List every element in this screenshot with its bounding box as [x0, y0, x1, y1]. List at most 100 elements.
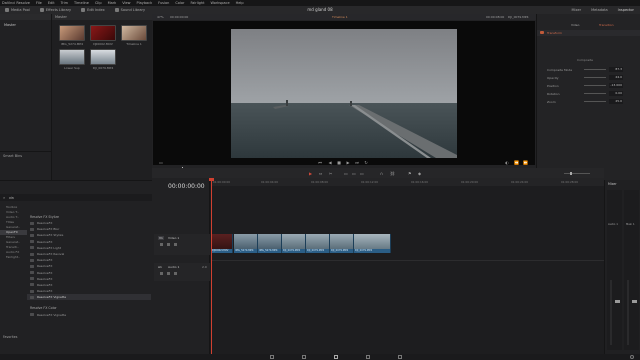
row-value[interactable]: -13.000 [609, 83, 623, 88]
replace-clip-icon[interactable]: ▭ [360, 171, 364, 176]
viewer-options-icon[interactable]: ▭ [159, 161, 163, 165]
row-slider[interactable] [584, 85, 606, 86]
clip-thumb-2[interactable] [90, 25, 116, 41]
row-slider[interactable] [584, 69, 606, 70]
jump-start-icon[interactable]: ⏮ [318, 161, 322, 165]
zoom-level[interactable]: 47% [157, 15, 164, 19]
menu-view[interactable]: View [122, 1, 130, 5]
menu-playback[interactable]: Playback [137, 1, 153, 5]
smart-bins-label[interactable]: Smart Bins [3, 154, 22, 158]
auto-select-icon[interactable] [167, 243, 170, 246]
solo-icon[interactable] [167, 272, 170, 275]
viewer-canvas[interactable] [153, 21, 535, 165]
row-value[interactable]: 0.00 [609, 91, 623, 96]
play-reverse-icon[interactable]: ◀ [328, 161, 332, 165]
link-icon[interactable]: ⛓ [390, 171, 395, 176]
menu-help[interactable]: Help [236, 1, 244, 5]
toggle-video-icon[interactable] [174, 243, 177, 246]
menu-fusion[interactable]: Fusion [158, 1, 169, 5]
clip-thumb-1[interactable] [59, 25, 85, 41]
marker-icon[interactable]: ◆ [418, 171, 421, 176]
inspector-button[interactable]: Inspector [618, 8, 634, 12]
timeline-selector[interactable]: Timeline 1 [332, 15, 348, 19]
edit-index-button[interactable]: Edit Index [76, 6, 110, 14]
clip-label: IMG_5274.MP4 [234, 249, 257, 253]
playhead-handle[interactable] [209, 178, 214, 181]
timeline-clip[interactable]: DJI_0079.MP4 [330, 234, 354, 253]
menu-color[interactable]: Color [175, 1, 184, 5]
timeline-clip[interactable]: IMG_5274.MP4 [234, 234, 258, 253]
row-value[interactable]: 24.0 [609, 75, 623, 80]
cut-page-icon[interactable] [302, 355, 306, 359]
arm-icon[interactable] [174, 272, 177, 275]
effect-item[interactable]: ResolveFX Vignette [27, 311, 151, 317]
inspector-section-header[interactable]: Transform [537, 30, 640, 36]
timeline-clip[interactable]: DJI_0079.MP4 [354, 234, 391, 253]
menu-timeline[interactable]: Timeline [74, 1, 89, 5]
row-slider[interactable] [584, 93, 606, 94]
prev-edit-icon[interactable]: ⏪ [514, 161, 519, 165]
tab-transition[interactable]: Transition [599, 23, 614, 27]
next-edit-icon[interactable]: ⏩ [523, 161, 528, 165]
timeline-clip[interactable]: DJI_0079.MP4 [306, 234, 330, 253]
menu-app[interactable]: DaVinci Resolve [2, 1, 30, 5]
fusion-page-icon[interactable] [366, 355, 370, 359]
mute-icon[interactable] [160, 272, 163, 275]
timeline-clip[interactable]: DJI_0079.MP4 [282, 234, 306, 253]
menu-fairlight[interactable]: Fairlight [190, 1, 204, 5]
channel-2-fader[interactable] [632, 300, 637, 303]
mixer-button[interactable]: Mixer [572, 8, 582, 12]
selection-tool-icon[interactable]: ▶ [309, 171, 312, 176]
loop-icon[interactable]: ↻ [364, 161, 368, 165]
timeline-zoom-slider[interactable] [564, 172, 590, 175]
effects-search-input[interactable]: vin [9, 196, 14, 200]
channel-1-fader[interactable] [615, 300, 620, 303]
clip-thumb-3[interactable] [121, 25, 147, 41]
menu-workspace[interactable]: Workspace [211, 1, 230, 5]
color-page-icon[interactable] [398, 355, 402, 359]
tab-video[interactable]: Video [571, 23, 579, 27]
metadata-button[interactable]: Metadata [591, 8, 608, 12]
snapping-icon[interactable]: ∩ [380, 171, 383, 176]
jump-end-icon[interactable]: ⏭ [355, 161, 359, 165]
effects-library-button[interactable]: Effects Library [35, 6, 76, 14]
effect-item-selected[interactable]: ResolveFX Vignette [27, 294, 151, 301]
menu-clip[interactable]: Clip [95, 1, 102, 5]
menu-edit[interactable]: Edit [48, 1, 55, 5]
zoom-slider-knob[interactable] [570, 172, 572, 175]
media-pool-button[interactable]: Media Pool [0, 6, 35, 14]
timeline-clip[interactable]: DJI0002.MOV [211, 234, 233, 253]
clip-thumb-4[interactable] [59, 49, 85, 65]
audio-track-name[interactable]: Audio 1 [168, 265, 179, 269]
match-frame-icon[interactable]: ◐ [505, 161, 509, 165]
clip-thumb-5[interactable] [90, 49, 116, 65]
favorites-label[interactable]: Favorites [3, 335, 17, 339]
overwrite-clip-icon[interactable]: ▭ [352, 171, 356, 176]
video-track-name[interactable]: Video 1 [168, 236, 179, 240]
stop-icon[interactable]: ■ [337, 161, 341, 165]
menu-mark[interactable]: Mark [108, 1, 117, 5]
lock-icon[interactable] [160, 243, 163, 246]
playhead[interactable] [209, 178, 214, 360]
row-value[interactable]: 87.3 [609, 67, 623, 72]
media-page-icon[interactable] [270, 355, 274, 359]
insert-clip-icon[interactable]: ▭ [344, 171, 348, 176]
play-icon[interactable]: ▶ [346, 161, 350, 165]
timeline-ruler[interactable]: 01:00:00:00 01:00:04:00 01:00:08:00 01:0… [211, 178, 604, 186]
flag-icon[interactable]: ⚑ [408, 171, 412, 176]
timeline-clip[interactable]: IMG_5274.MP4 [258, 234, 282, 253]
settings-icon[interactable] [630, 355, 634, 359]
blade-tool-icon[interactable]: ✂ [329, 171, 332, 176]
menu-file[interactable]: File [36, 1, 42, 5]
edit-page-icon[interactable] [334, 355, 338, 359]
sound-library-button[interactable]: Sound Library [110, 6, 150, 14]
menu-trim[interactable]: Trim [61, 1, 68, 5]
inspector-row-2: Position -13.000 [537, 82, 635, 89]
trim-tool-icon[interactable]: ⇔ [319, 171, 322, 176]
row-slider[interactable] [584, 101, 606, 102]
section-toggle-icon[interactable] [540, 31, 544, 34]
row-slider[interactable] [584, 77, 606, 78]
tree-item-fairlight[interactable]: Fairlight.. [0, 255, 27, 260]
row-value[interactable]: 25.0 [609, 99, 623, 104]
bin-master[interactable]: Master [4, 23, 16, 27]
